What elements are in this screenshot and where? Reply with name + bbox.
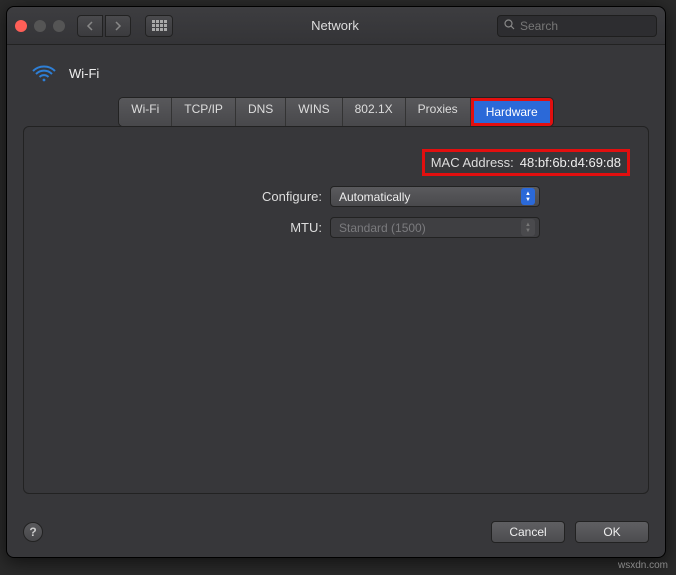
tab-tcpip[interactable]: TCP/IP bbox=[172, 98, 236, 126]
service-header: Wi-Fi bbox=[23, 59, 649, 97]
ok-button[interactable]: OK bbox=[575, 521, 649, 543]
mtu-value: Standard (1500) bbox=[339, 221, 426, 235]
minimize-window-button[interactable] bbox=[34, 20, 46, 32]
chevron-updown-icon: ▲▼ bbox=[521, 188, 535, 205]
tab-bar: Wi-Fi TCP/IP DNS WINS 802.1X Proxies Har… bbox=[118, 97, 553, 127]
tab-wins[interactable]: WINS bbox=[286, 98, 342, 126]
search-icon bbox=[504, 19, 515, 33]
nav-buttons bbox=[77, 15, 131, 37]
chevron-left-icon bbox=[86, 21, 94, 31]
chevron-updown-icon: ▲▼ bbox=[521, 219, 535, 236]
zoom-window-button[interactable] bbox=[53, 20, 65, 32]
watermark: wsxdn.com bbox=[618, 560, 668, 571]
mtu-dropdown[interactable]: Standard (1500) ▲▼ bbox=[330, 217, 540, 238]
mac-address-row: MAC Address: 48:bf:6b:d4:69:d8 bbox=[0, 149, 630, 176]
highlight-box-mac: MAC Address: 48:bf:6b:d4:69:d8 bbox=[422, 149, 630, 176]
tab-8021x[interactable]: 802.1X bbox=[343, 98, 406, 126]
content-area: Wi-Fi Wi-Fi TCP/IP DNS WINS 802.1X Proxi… bbox=[7, 45, 665, 511]
grid-icon bbox=[152, 20, 167, 31]
back-button[interactable] bbox=[77, 15, 103, 37]
mac-address-value: 48:bf:6b:d4:69:d8 bbox=[520, 155, 621, 170]
wifi-icon bbox=[31, 63, 57, 83]
close-window-button[interactable] bbox=[15, 20, 27, 32]
tab-hardware[interactable]: Hardware bbox=[474, 101, 550, 123]
footer: ? Cancel OK bbox=[7, 511, 665, 557]
search-field[interactable]: Search bbox=[497, 15, 657, 37]
configure-value: Automatically bbox=[339, 190, 410, 204]
tab-proxies[interactable]: Proxies bbox=[406, 98, 471, 126]
search-placeholder: Search bbox=[520, 19, 558, 33]
chevron-right-icon bbox=[114, 21, 122, 31]
window-controls bbox=[15, 20, 65, 32]
hardware-pane: MAC Address: 48:bf:6b:d4:69:d8 Configure… bbox=[23, 126, 649, 494]
mac-address-label: MAC Address: bbox=[431, 155, 514, 170]
mtu-row: MTU: Standard (1500) ▲▼ bbox=[42, 217, 630, 238]
mtu-label: MTU: bbox=[42, 220, 322, 235]
forward-button[interactable] bbox=[105, 15, 131, 37]
preferences-window: Network Search Wi-Fi Wi-Fi TCP/IP DNS bbox=[6, 6, 666, 558]
configure-row: Configure: Automatically ▲▼ bbox=[42, 186, 630, 207]
tab-wifi[interactable]: Wi-Fi bbox=[119, 98, 172, 126]
show-all-button[interactable] bbox=[145, 15, 173, 37]
help-button[interactable]: ? bbox=[23, 522, 43, 542]
window-title: Network bbox=[181, 18, 489, 33]
tab-dns[interactable]: DNS bbox=[236, 98, 286, 126]
service-name: Wi-Fi bbox=[69, 66, 99, 81]
highlight-box-tab: Hardware bbox=[471, 98, 553, 126]
configure-label: Configure: bbox=[42, 189, 322, 204]
titlebar: Network Search bbox=[7, 7, 665, 45]
cancel-button[interactable]: Cancel bbox=[491, 521, 565, 543]
configure-dropdown[interactable]: Automatically ▲▼ bbox=[330, 186, 540, 207]
